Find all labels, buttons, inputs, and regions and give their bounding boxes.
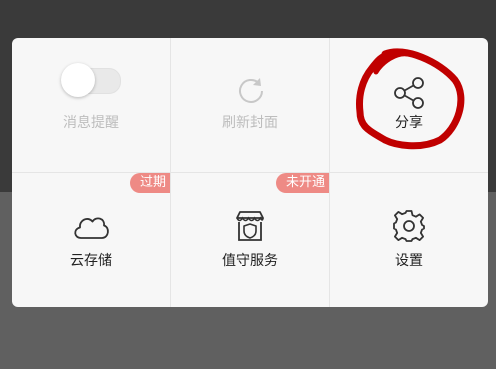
menu-item-cloud-storage[interactable]: 过期 云存储 xyxy=(12,173,170,307)
menu-item-guard-service[interactable]: 未开通 值守服务 xyxy=(171,173,329,307)
menu-item-label: 设置 xyxy=(395,253,423,269)
status-badge: 未开通 xyxy=(275,173,329,193)
share-icon xyxy=(394,77,424,109)
menu-item-label: 分享 xyxy=(395,115,423,131)
toggle-knob xyxy=(61,63,95,97)
cloud-icon xyxy=(74,217,109,239)
storefront-shield-icon xyxy=(236,211,264,241)
menu-item-message-reminder[interactable]: 消息提醒 xyxy=(12,38,170,172)
menu-item-settings[interactable]: 设置 xyxy=(330,173,488,307)
menu-item-label: 刷新封面 xyxy=(222,115,278,131)
gear-icon xyxy=(393,210,425,242)
menu-item-refresh-cover[interactable]: 刷新封面 xyxy=(171,38,329,172)
menu-item-label: 消息提醒 xyxy=(63,115,119,131)
action-menu-panel: 消息提醒 刷新封面 分享 过期 云存储 未开通 值守服务 设置 xyxy=(12,38,488,307)
refresh-icon xyxy=(239,78,263,103)
menu-item-label: 云存储 xyxy=(70,253,112,269)
menu-item-share[interactable]: 分享 xyxy=(330,38,488,172)
menu-item-label: 值守服务 xyxy=(222,253,278,269)
status-badge: 过期 xyxy=(129,173,170,193)
toggle-switch-icon[interactable] xyxy=(61,62,121,98)
